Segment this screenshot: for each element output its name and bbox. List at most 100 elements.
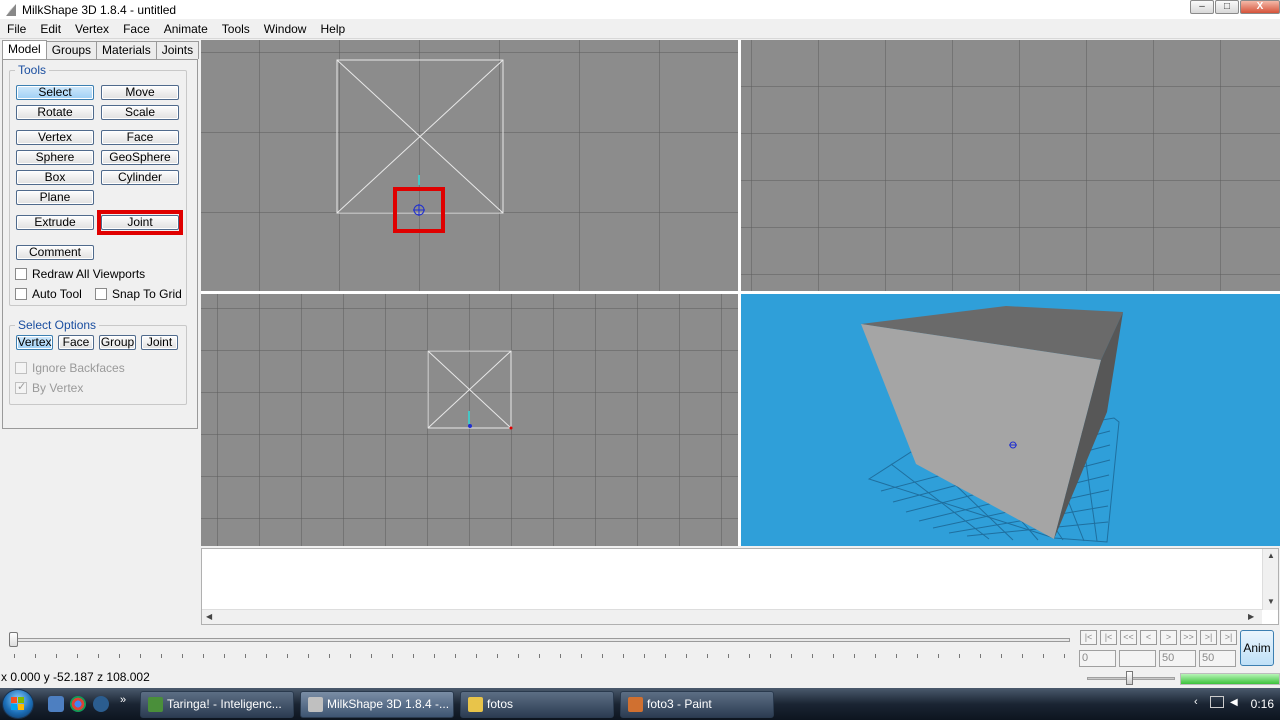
speed-slider-thumb[interactable]	[1126, 671, 1133, 685]
comment-text-area[interactable]: ▲ ▼ ◀ ▶	[201, 548, 1279, 625]
viewport-splitter-horizontal[interactable]	[201, 291, 1280, 294]
menu-tools[interactable]: Tools	[215, 20, 257, 38]
checkbox-box: ✓	[15, 381, 27, 394]
tab-groups[interactable]: Groups	[45, 41, 98, 59]
checkmark-icon: ✓	[17, 381, 27, 393]
windows-taskbar: » Taringa! - Inteligenc... MilkShape 3D …	[0, 688, 1280, 720]
start-frame-field[interactable]: 0	[1079, 650, 1116, 667]
snap-to-grid-checkbox[interactable]: Snap To Grid	[95, 287, 182, 301]
checkbox-box	[15, 268, 27, 280]
next-key-button[interactable]: >|	[1200, 630, 1217, 645]
vertex-tool-button[interactable]: Vertex	[16, 130, 94, 145]
task-taringa[interactable]: Taringa! - Inteligenc...	[140, 691, 294, 718]
start-button-icon[interactable]	[2, 689, 34, 719]
minimize-button[interactable]: –	[1190, 0, 1214, 14]
menu-face[interactable]: Face	[116, 20, 157, 38]
timeline-ticks	[14, 654, 1070, 658]
select-tool-button[interactable]: Select	[16, 85, 94, 100]
face-tool-button[interactable]: Face	[101, 130, 179, 145]
left-panel: Model Groups Materials Joints Tools Sele…	[0, 40, 200, 626]
timeline-slider-thumb[interactable]	[9, 632, 18, 647]
current-frame-field[interactable]	[1119, 650, 1156, 667]
auto-tool-label: Auto Tool	[32, 287, 82, 301]
by-vertex-checkbox[interactable]: ✓ By Vertex	[15, 381, 83, 395]
status-bar: x 0.000 y -52.187 z 108.002	[0, 670, 1280, 688]
snap-to-grid-label: Snap To Grid	[112, 287, 182, 301]
scroll-right-icon[interactable]: ▶	[1248, 612, 1254, 621]
task-label: MilkShape 3D 1.8.4 -...	[327, 697, 450, 711]
viewport-side[interactable]	[741, 40, 1280, 291]
horizontal-scrollbar[interactable]: ◀ ▶	[202, 609, 1262, 624]
network-icon[interactable]	[1210, 696, 1224, 708]
rewind-button[interactable]: <<	[1120, 630, 1137, 645]
plane-tool-button[interactable]: Plane	[16, 190, 94, 205]
timeline-track[interactable]	[10, 638, 1070, 642]
auto-tool-checkbox[interactable]: Auto Tool	[15, 287, 82, 301]
scroll-down-icon[interactable]: ▼	[1267, 597, 1275, 606]
task-paint[interactable]: foto3 - Paint	[620, 691, 774, 718]
end-frame-field[interactable]: 50	[1159, 650, 1196, 667]
vertical-scrollbar[interactable]: ▲ ▼	[1262, 549, 1278, 610]
next-frame-button[interactable]: >	[1160, 630, 1177, 645]
menu-help[interactable]: Help	[313, 20, 352, 38]
viewport-top[interactable]	[201, 294, 738, 546]
scale-tool-button[interactable]: Scale	[101, 105, 179, 120]
menu-file[interactable]: File	[0, 20, 33, 38]
title-bar: MilkShape 3D 1.8.4 - untitled – □ X	[0, 0, 1280, 19]
chrome-icon[interactable]	[70, 696, 86, 712]
joint-tool-button[interactable]: Joint	[101, 215, 179, 230]
top-view-canvas	[201, 294, 738, 546]
task-fotos[interactable]: fotos	[460, 691, 614, 718]
ignore-backfaces-checkbox[interactable]: Ignore Backfaces	[15, 361, 125, 375]
side-view-canvas	[741, 40, 1280, 291]
comment-button[interactable]: Comment	[16, 245, 94, 260]
task-milkshape[interactable]: MilkShape 3D 1.8.4 -...	[300, 691, 454, 718]
media-icon[interactable]	[93, 696, 109, 712]
box-tool-button[interactable]: Box	[16, 170, 94, 185]
anim-toggle-button[interactable]: Anim	[1240, 630, 1274, 666]
select-group-button[interactable]: Group	[99, 335, 136, 350]
rotate-tool-button[interactable]: Rotate	[16, 105, 94, 120]
scroll-up-icon[interactable]: ▲	[1267, 551, 1275, 560]
menu-animate[interactable]: Animate	[157, 20, 215, 38]
tray-expand-icon[interactable]: ‹	[1194, 696, 1198, 708]
progress-bar	[1180, 673, 1280, 685]
menu-vertex[interactable]: Vertex	[68, 20, 116, 38]
last-frame-button[interactable]: >|	[1220, 630, 1237, 645]
menu-window[interactable]: Window	[257, 20, 314, 38]
menu-edit[interactable]: Edit	[33, 20, 68, 38]
show-desktop-icon[interactable]	[48, 696, 64, 712]
select-vertex-button[interactable]: Vertex	[16, 335, 53, 350]
tab-materials[interactable]: Materials	[96, 41, 157, 59]
previous-key-button[interactable]: |<	[1100, 630, 1117, 645]
joint-marker-icon	[468, 424, 472, 428]
tab-joints[interactable]: Joints	[155, 41, 200, 59]
system-tray: ‹ ◀ 0:16	[1190, 688, 1280, 720]
maximize-button[interactable]: □	[1215, 0, 1239, 14]
geosphere-tool-button[interactable]: GeoSphere	[101, 150, 179, 165]
first-frame-button[interactable]: |<	[1080, 630, 1097, 645]
select-joint-button[interactable]: Joint	[141, 335, 178, 350]
cylinder-tool-button[interactable]: Cylinder	[101, 170, 179, 185]
previous-frame-button[interactable]: <	[1140, 630, 1157, 645]
redraw-all-viewports-checkbox[interactable]: Redraw All Viewports	[15, 267, 145, 281]
tools-group-label: Tools	[15, 63, 50, 77]
sphere-tool-button[interactable]: Sphere	[16, 150, 94, 165]
volume-icon[interactable]: ◀	[1230, 697, 1238, 708]
fast-forward-button[interactable]: >>	[1180, 630, 1197, 645]
task-label: Taringa! - Inteligenc...	[167, 697, 282, 711]
viewport-front[interactable]	[201, 40, 738, 291]
milkshape-app-icon	[4, 3, 18, 17]
by-vertex-label: By Vertex	[32, 381, 84, 395]
select-options-label: Select Options	[15, 318, 100, 332]
total-frames-field[interactable]: 50	[1199, 650, 1236, 667]
redraw-all-viewports-label: Redraw All Viewports	[32, 267, 146, 281]
select-face-button[interactable]: Face	[58, 335, 94, 350]
move-tool-button[interactable]: Move	[101, 85, 179, 100]
quicklaunch-more-icon[interactable]: »	[120, 694, 126, 706]
close-button[interactable]: X	[1240, 0, 1280, 14]
scroll-left-icon[interactable]: ◀	[206, 612, 212, 621]
extrude-tool-button[interactable]: Extrude	[16, 215, 94, 230]
tab-model[interactable]: Model	[2, 40, 47, 59]
viewport-3d[interactable]	[741, 294, 1280, 546]
